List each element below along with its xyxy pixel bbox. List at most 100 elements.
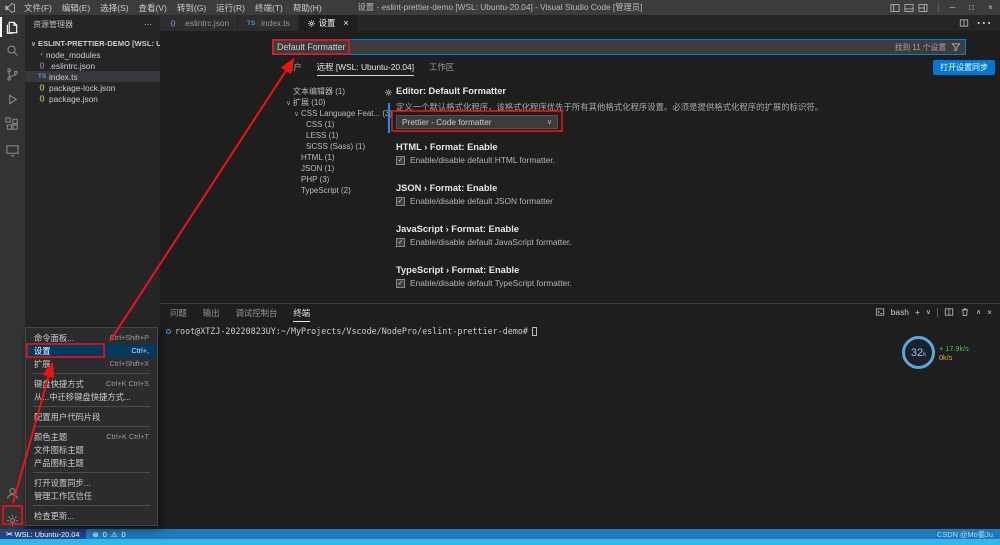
file-row-index-ts[interactable]: TS index.ts <box>25 71 160 82</box>
toggle-sidebar-icon[interactable] <box>890 3 900 13</box>
settings-search-box: 找到 11 个设置 <box>272 39 966 55</box>
setting-title-json-format: JSON › Format: Enable <box>396 183 497 193</box>
menu-help[interactable]: 帮助(H) <box>288 2 327 14</box>
minimize-button[interactable]: ─ <box>943 0 962 15</box>
toc-typescript[interactable]: TypeScript (2) <box>278 185 382 196</box>
toc-css[interactable]: CSS (1) <box>278 119 382 130</box>
shell-label[interactable]: bash <box>891 307 909 317</box>
workspace-root-row[interactable]: ∨ ESLINT-PRETTIER-DEMO [WSL: UBUNTU-2...… <box>25 38 160 49</box>
menu-separator <box>33 426 150 427</box>
close-panel-icon[interactable]: × <box>987 307 992 317</box>
split-terminal-icon[interactable] <box>944 307 954 317</box>
setting-gear-icon[interactable] <box>384 88 393 97</box>
trash-icon[interactable] <box>960 307 970 317</box>
menu-item-settings[interactable]: 设置Ctrl+, <box>26 344 157 357</box>
customize-layout-icon[interactable] <box>918 3 928 13</box>
file-row-package-json[interactable]: {} package.json <box>25 93 160 104</box>
checkbox-checked[interactable]: ✓ <box>396 238 405 247</box>
filter-funnel-icon[interactable] <box>951 42 961 52</box>
checkbox-checked[interactable]: ✓ <box>396 156 405 165</box>
toc-extensions[interactable]: ∨扩展 (10) <box>278 97 382 108</box>
file-row-eslintrc[interactable]: {} .eslintrc.json <box>25 60 160 71</box>
remote-explorer-icon[interactable] <box>0 140 25 160</box>
maximize-panel-icon[interactable]: ∧ <box>976 308 981 316</box>
typescript-file-icon: TS <box>246 20 256 27</box>
toc-scss[interactable]: SCSS (Sass) (1) <box>278 141 382 152</box>
menu-go[interactable]: 转到(G) <box>172 2 211 14</box>
terminal-toolbar: bash + ∨ ∧ × <box>875 307 992 317</box>
menu-item-file-icon-theme[interactable]: 文件图标主题 <box>26 443 157 456</box>
title-bar: 文件(F) 编辑(E) 选择(S) 查看(V) 转到(G) 运行(R) 终端(T… <box>0 0 1000 15</box>
tab-settings[interactable]: 设置 × <box>299 15 358 31</box>
menu-item-command-palette[interactable]: 命令面板...Ctrl+Shift+P <box>26 331 157 344</box>
panel-tab-output[interactable]: 输出 <box>203 307 220 322</box>
window-controls: ─ □ × <box>890 0 1000 15</box>
terminal-cursor <box>532 327 537 336</box>
checkbox-checked[interactable]: ✓ <box>396 197 405 206</box>
toc-json[interactable]: JSON (1) <box>278 163 382 174</box>
file-row-node-modules[interactable]: › node_modules <box>25 49 160 60</box>
panel-tab-debug-console[interactable]: 调试控制台 <box>236 307 278 322</box>
panel-tab-problems[interactable]: 问题 <box>170 307 187 322</box>
extensions-icon[interactable] <box>0 114 25 134</box>
error-icon: ⊗ <box>93 530 99 539</box>
scope-tab-workspace[interactable]: 工作区 <box>429 61 454 76</box>
menu-selection[interactable]: 选择(S) <box>95 2 133 14</box>
chevron-down-icon[interactable]: ∨ <box>926 308 931 316</box>
vscode-window: 文件(F) 编辑(E) 选择(S) 查看(V) 转到(G) 运行(R) 终端(T… <box>0 0 1000 545</box>
gear-icon <box>307 19 316 28</box>
bottom-panel: 问题 输出 调试控制台 终端 bash + ∨ ∧ × root@XTZJ-20… <box>160 303 1000 529</box>
file-tree: › node_modules {} .eslintrc.json TS inde… <box>25 49 160 104</box>
checkbox-checked[interactable]: ✓ <box>396 279 405 288</box>
menu-view[interactable]: 查看(V) <box>134 2 172 14</box>
menu-item-settings-sync[interactable]: 打开设置同步... <box>26 476 157 489</box>
menu-item-keyboard-shortcuts[interactable]: 键盘快捷方式Ctrl+K Ctrl+S <box>26 377 157 390</box>
toc-text-editor[interactable]: 文本编辑器 (1) <box>278 86 382 97</box>
scope-tab-user[interactable]: 用户 <box>285 61 302 76</box>
menu-item-check-updates[interactable]: 检查更新... <box>26 509 157 522</box>
manage-gear-icon[interactable] <box>0 510 25 530</box>
open-settings-sync-button[interactable]: 打开设置同步 <box>933 60 995 75</box>
menu-item-product-icon-theme[interactable]: 产品图标主题 <box>26 456 157 469</box>
tab-eslintrc-json[interactable]: {} .eslintrc.json <box>160 15 238 31</box>
search-icon[interactable] <box>0 40 25 60</box>
split-editor-icon[interactable] <box>959 18 969 28</box>
toc-css-language-features[interactable]: ∨CSS Language Feat... (3) <box>278 108 382 119</box>
panel-tab-terminal[interactable]: 终端 <box>293 307 310 322</box>
close-tab-icon[interactable]: × <box>343 18 348 28</box>
source-control-icon[interactable] <box>0 64 25 84</box>
toc-less[interactable]: LESS (1) <box>278 130 382 141</box>
close-button[interactable]: × <box>981 0 1000 15</box>
explorer-icon[interactable] <box>0 17 25 37</box>
more-actions-icon[interactable]: ⋯ <box>144 20 152 29</box>
terminal-prompt-line[interactable]: root@XTZJ-20220823UY:~/MyProjects/Vscode… <box>166 326 537 336</box>
toggle-panel-icon[interactable] <box>904 3 914 13</box>
file-row-package-lock[interactable]: {} package-lock.json <box>25 82 160 93</box>
toc-php[interactable]: PHP (3) <box>278 174 382 185</box>
run-debug-icon[interactable] <box>0 89 25 109</box>
menu-file[interactable]: 文件(F) <box>19 2 57 14</box>
tab-index-ts[interactable]: TS index.ts <box>238 15 299 31</box>
menu-item-workspace-trust[interactable]: 管理工作区信任 <box>26 489 157 502</box>
menu-item-extensions[interactable]: 扩展Ctrl+Shift+X <box>26 357 157 370</box>
menu-item-color-theme[interactable]: 颜色主题Ctrl+K Ctrl+T <box>26 430 157 443</box>
menu-run[interactable]: 运行(R) <box>211 2 250 14</box>
new-terminal-icon[interactable]: + <box>915 307 920 317</box>
problems-indicator[interactable]: ⊗0 ⚠0 <box>86 530 133 539</box>
remote-indicator[interactable]: >< WSL: Ubuntu-20.04 <box>0 529 86 539</box>
menu-item-user-snippets[interactable]: 配置用户代码片段 <box>26 410 157 423</box>
vscode-logo-icon <box>5 3 15 13</box>
menu-edit[interactable]: 编辑(E) <box>57 2 95 14</box>
toc-html[interactable]: HTML (1) <box>278 152 382 163</box>
more-actions-icon[interactable]: ⋯ <box>976 13 992 33</box>
chevron-down-icon: ∨ <box>284 99 293 107</box>
setting-title-javascript-format: JavaScript › Format: Enable <box>396 224 519 234</box>
settings-search-input[interactable] <box>273 42 895 52</box>
menu-terminal[interactable]: 终端(T) <box>250 2 288 14</box>
default-formatter-dropdown[interactable]: Prettier - Code formatter ∨ <box>396 115 558 129</box>
account-icon[interactable] <box>0 483 25 503</box>
network-speed-gauge: 32k + 17.9k/s 0k/s <box>902 336 969 369</box>
menu-item-migrate-shortcuts[interactable]: 从...中迁移键盘快捷方式... <box>26 390 157 403</box>
maximize-button[interactable]: □ <box>962 0 981 15</box>
scope-tab-remote[interactable]: 远程 [WSL: Ubuntu-20.04] <box>317 61 414 76</box>
